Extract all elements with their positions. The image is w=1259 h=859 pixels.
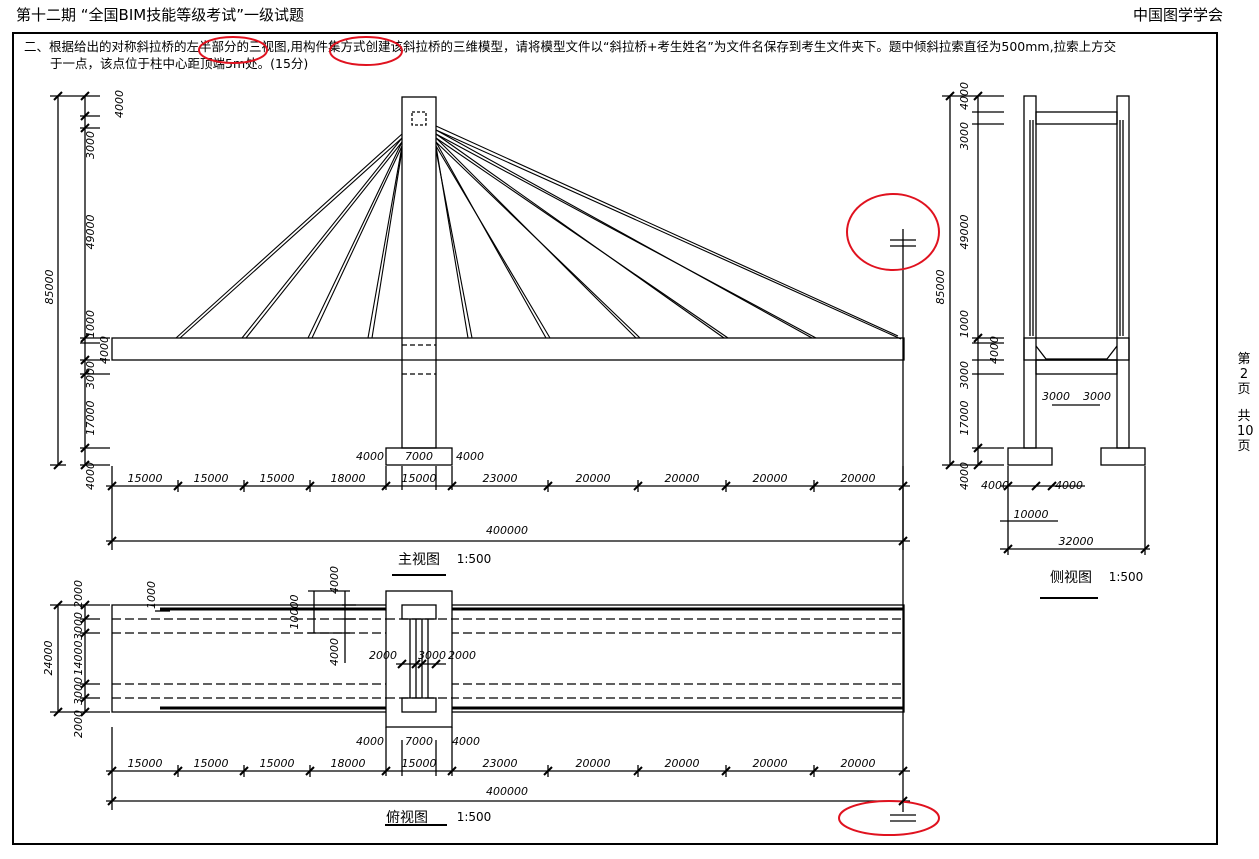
top-span-dim: 18000	[331, 757, 366, 770]
top-view-scale: 1:500	[457, 810, 492, 824]
front-total-dim: 400000	[486, 524, 528, 537]
side-dim: 17000	[958, 401, 971, 436]
front-base-dim: 4000	[356, 450, 384, 463]
side-view-name: 侧视图	[1050, 570, 1092, 586]
side-deck	[1023, 337, 1130, 361]
top-span-dim: 15000	[194, 757, 229, 770]
side-base-dim: 10000	[1014, 508, 1049, 521]
top-dim-24000: 24000	[42, 641, 55, 676]
front-span-dim: 18000	[331, 472, 366, 485]
top-total-dim: 400000	[486, 785, 528, 798]
front-base-dim: 4000	[456, 450, 484, 463]
top-cable-dim: 1000	[145, 581, 158, 609]
side-crossbeam	[1035, 111, 1118, 125]
front-span-dim: 15000	[260, 472, 295, 485]
top-base-dim: 7000	[405, 735, 433, 748]
side-base-dim: 4000	[1055, 479, 1083, 492]
side-dim: 1000	[958, 310, 971, 338]
side-view	[942, 95, 1150, 599]
top-dim: 2000	[72, 580, 85, 608]
top-tower-dim: 4000	[328, 638, 341, 666]
front-view-scale: 1:500	[457, 552, 492, 566]
top-span-dim: 20000	[753, 757, 788, 770]
top-tower-gap-dim: 2000	[369, 649, 397, 662]
front-span-dim: 20000	[576, 472, 611, 485]
side-dim: 85000	[934, 270, 947, 305]
front-span-dim: 20000	[841, 472, 876, 485]
tower-front	[401, 96, 437, 449]
top-tower-gap-dim: 3000	[418, 649, 446, 662]
side-leg-gap-dim: 3000	[1083, 390, 1111, 403]
top-span-dim: 15000	[402, 757, 437, 770]
front-dim-4000-deck: 4000	[98, 336, 111, 364]
deck-front	[111, 337, 905, 361]
deck-top	[111, 604, 905, 713]
front-dim-4000-bottom: 4000	[84, 462, 97, 490]
front-span-dim: 15000	[194, 472, 229, 485]
side-pier-base-left	[1007, 447, 1053, 466]
top-span-dim: 15000	[260, 757, 295, 770]
drawing-canvas: 主视图 1:500 4000 3000 49000 85000 1000 400…	[42, 36, 1150, 836]
top-view-name: 俯视图	[386, 810, 428, 826]
top-view	[50, 590, 910, 826]
top-span-dim: 20000	[665, 757, 700, 770]
front-dim-17000: 17000	[84, 401, 97, 436]
annotation-marks	[198, 36, 940, 836]
front-span-dim: 15000	[128, 472, 163, 485]
side-dim: 4000	[958, 82, 971, 110]
front-dim-85000: 85000	[43, 270, 56, 305]
top-base-dim: 4000	[356, 735, 384, 748]
side-total-dim: 32000	[1059, 535, 1094, 548]
top-span-dim: 15000	[128, 757, 163, 770]
stay-cables	[175, 125, 902, 340]
front-dim-1000: 1000	[84, 310, 97, 338]
side-dim: 4000	[988, 336, 1001, 364]
highlight-ellipse	[846, 193, 940, 271]
top-span-dim: 23000	[483, 757, 518, 770]
top-tower-dim: 4000	[328, 566, 341, 594]
front-dim-3000: 3000	[84, 131, 97, 159]
side-leg-gap-dim: 3000	[1042, 390, 1070, 403]
top-dim: 14000	[72, 641, 85, 676]
top-base-dim: 4000	[452, 735, 480, 748]
highlight-ellipse	[838, 800, 940, 836]
front-base-dim: 7000	[405, 450, 433, 463]
side-dim: 4000	[958, 462, 971, 490]
highlight-ellipse	[198, 36, 268, 64]
side-pier-base-right	[1100, 447, 1146, 466]
side-dim: 49000	[958, 215, 971, 250]
top-span-dim: 20000	[576, 757, 611, 770]
front-dim-3000-b: 3000	[84, 361, 97, 389]
front-span-dim: 20000	[665, 472, 700, 485]
top-span-dim: 20000	[841, 757, 876, 770]
top-tower-gap-dim: 2000	[448, 649, 476, 662]
side-view-scale: 1:500	[1109, 570, 1144, 584]
front-dim-4000-top: 4000	[113, 90, 126, 118]
front-span-dim: 15000	[402, 472, 437, 485]
side-dim: 3000	[958, 361, 971, 389]
side-dim: 3000	[958, 122, 971, 150]
front-dim-49000: 49000	[84, 215, 97, 250]
top-tower-dim: 10000	[288, 595, 301, 630]
front-view-name: 主视图	[398, 552, 440, 568]
front-span-dim: 23000	[483, 472, 518, 485]
front-span-dim: 20000	[753, 472, 788, 485]
highlight-ellipse	[329, 36, 403, 66]
